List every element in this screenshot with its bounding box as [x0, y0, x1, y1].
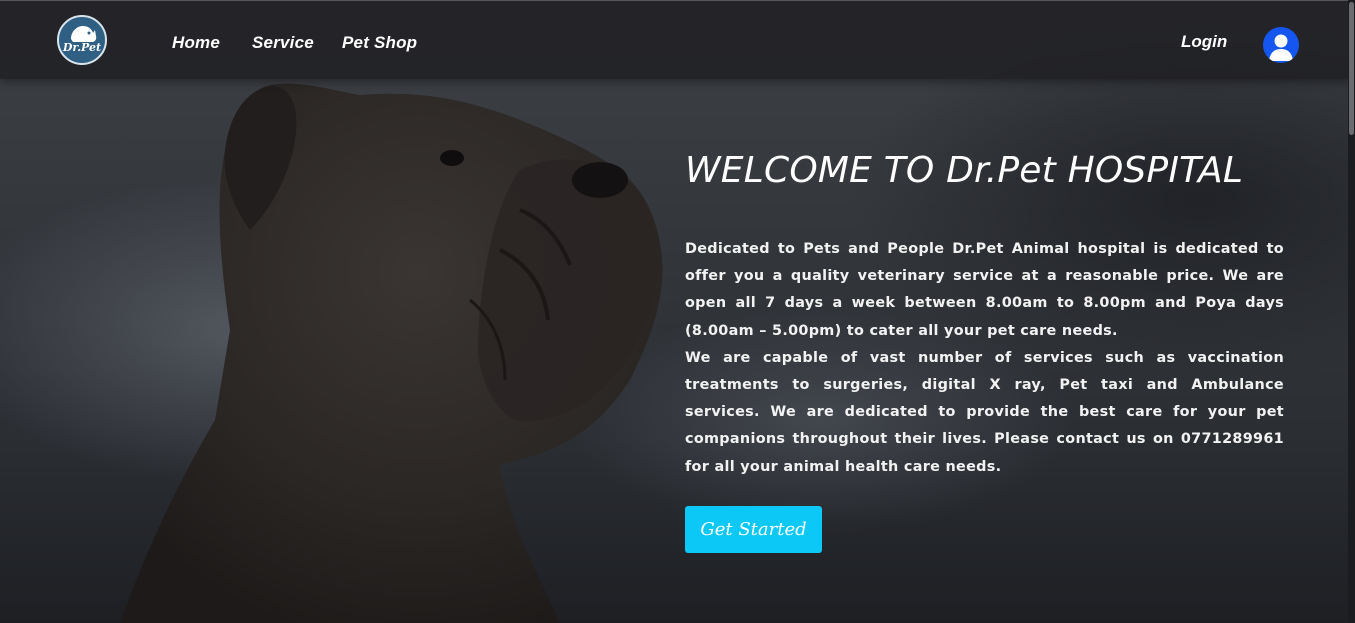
hero-paragraph-2: We are capable of vast number of service… [685, 349, 1284, 475]
logo-text: Dr.Pet [62, 41, 102, 54]
get-started-button[interactable]: Get Started [685, 506, 822, 553]
top-navbar: Dr.Pet Home Service Pet Shop Login [0, 0, 1355, 79]
scrollbar[interactable] [1348, 0, 1355, 623]
nav-link-service[interactable]: Service [252, 33, 314, 53]
nav-link-home[interactable]: Home [172, 33, 220, 53]
login-link[interactable]: Login [1181, 32, 1227, 52]
hero-title: WELCOME TO Dr.Pet HOSPITAL [685, 150, 1244, 191]
nav-link-pet-shop[interactable]: Pet Shop [342, 33, 417, 53]
hero-description: Dedicated to Pets and People Dr.Pet Anim… [685, 236, 1284, 481]
user-silhouette [1269, 34, 1293, 61]
hero-paragraph-1: Dedicated to Pets and People Dr.Pet Anim… [685, 241, 1284, 339]
scrollbar-thumb[interactable] [1349, 2, 1354, 135]
brand-logo[interactable]: Dr.Pet [57, 15, 107, 65]
user-avatar-icon[interactable] [1263, 27, 1299, 63]
dog-cat-silhouette-icon [71, 26, 97, 42]
